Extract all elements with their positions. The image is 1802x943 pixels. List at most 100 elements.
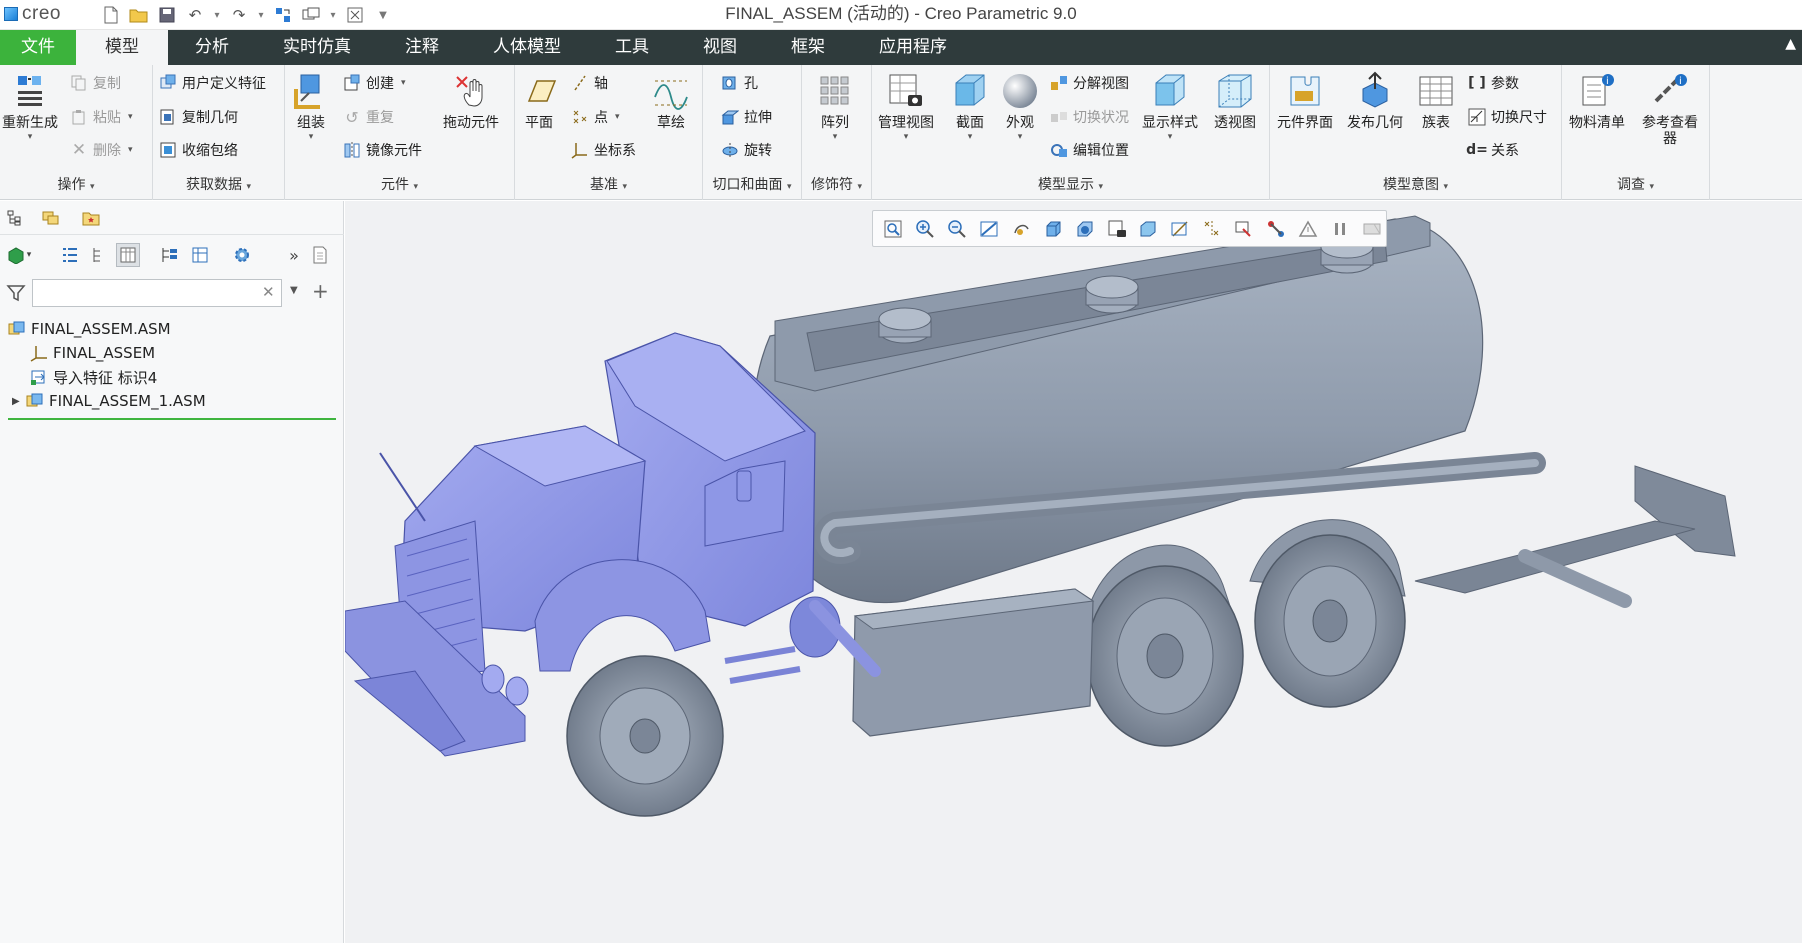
search-dropdown-icon[interactable]: ▼	[290, 285, 298, 296]
tree-page-icon[interactable]	[308, 243, 332, 267]
appearance-dropdown-icon[interactable]: ▾	[1018, 131, 1023, 143]
settings-gear-icon[interactable]	[230, 243, 254, 267]
point-dropdown-icon[interactable]: ▾	[615, 112, 620, 122]
group-model-display-label[interactable]: 模型显示 ▾	[872, 174, 1269, 194]
show-dropdown-icon[interactable]: ▾	[24, 243, 34, 267]
reference-viewer-button[interactable]: i 参考查看器	[1640, 71, 1700, 147]
redo-dropdown-icon[interactable]: ▾	[256, 4, 266, 26]
layer-tree-tab-icon[interactable]	[40, 207, 62, 229]
manage-views-button[interactable]: 管理视图 ▾	[878, 71, 934, 143]
edit-position-button[interactable]: 编辑位置	[1050, 138, 1129, 162]
tool-disabled-icon[interactable]	[1358, 215, 1386, 243]
assemble-button[interactable]: 组装 ▾	[291, 71, 331, 143]
group-components-label[interactable]: 元件 ▾	[285, 174, 514, 194]
pattern-button[interactable]: 阵列 ▾	[815, 71, 855, 143]
family-table-button[interactable]: 族表	[1416, 71, 1456, 131]
tab-model[interactable]: 模型	[76, 30, 168, 65]
explode-view-button[interactable]: 分解视图	[1050, 71, 1129, 95]
create-dropdown-icon[interactable]: ▾	[401, 78, 406, 88]
tab-annotate[interactable]: 注释	[378, 30, 466, 65]
collapse-ribbon-icon[interactable]: ▲	[1785, 36, 1796, 52]
manage-views-dropdown-icon[interactable]: ▾	[904, 131, 909, 143]
spin-center-toggle-icon[interactable]	[1230, 215, 1258, 243]
tab-framework[interactable]: 框架	[764, 30, 852, 65]
assemble-dropdown-icon[interactable]: ▾	[309, 131, 314, 143]
drag-components-button[interactable]: 拖动元件	[443, 71, 499, 131]
tree-search-input[interactable]	[32, 279, 282, 307]
open-folder-icon[interactable]	[128, 4, 150, 26]
display-style-dropdown-icon[interactable]: ▾	[1168, 131, 1173, 143]
tab-manikin[interactable]: 人体模型	[466, 30, 588, 65]
mirror-component-button[interactable]: 镜像元件	[343, 138, 422, 162]
tab-view[interactable]: 视图	[676, 30, 764, 65]
revolve-button[interactable]: 旋转	[721, 138, 772, 162]
new-file-icon[interactable]	[100, 4, 122, 26]
bom-button[interactable]: i 物料清单	[1569, 71, 1625, 131]
section-dropdown-icon[interactable]: ▾	[968, 131, 973, 143]
repeat-button[interactable]: ↺ 重复	[343, 105, 394, 129]
tree-item-final-assem-asm[interactable]: FINAL_ASSEM.ASM	[0, 317, 344, 341]
saved-orientations-icon[interactable]	[1071, 215, 1099, 243]
section-button[interactable]: 截面 ▾	[950, 71, 990, 143]
undo-dropdown-icon[interactable]: ▾	[212, 4, 222, 26]
group-operations-label[interactable]: 操作 ▾	[0, 174, 152, 194]
annotation-display-icon[interactable]	[1198, 215, 1226, 243]
windows-dropdown-icon[interactable]: ▾	[328, 4, 338, 26]
tab-file[interactable]: 文件	[0, 30, 76, 65]
copy-geometry-button[interactable]: 复制几何	[159, 105, 238, 129]
perspective-view-button[interactable]: 透视图	[1214, 71, 1256, 131]
tree-item-final-assem-csys[interactable]: FINAL_ASSEM	[0, 341, 344, 365]
view-manager-icon[interactable]	[1103, 215, 1131, 243]
tree-columns-icon[interactable]	[116, 243, 140, 267]
tree-collapse-icon[interactable]	[86, 243, 110, 267]
expand-arrow-icon[interactable]: ▶	[12, 396, 26, 407]
relations-button[interactable]: d= 关系	[1466, 138, 1519, 162]
repaint-icon[interactable]	[975, 215, 1003, 243]
component-interface-button[interactable]: 元件界面	[1277, 71, 1333, 131]
delete-button[interactable]: ✕ 删除 ▾	[70, 138, 133, 162]
tree-item-import-feature[interactable]: 导入特征 标识4	[0, 365, 344, 389]
tree-list-icon[interactable]	[58, 243, 82, 267]
publish-geometry-button[interactable]: 发布几何	[1347, 71, 1403, 131]
axis-button[interactable]: 轴	[571, 71, 608, 95]
tab-analysis[interactable]: 分析	[168, 30, 256, 65]
parameters-button[interactable]: [ ] 参数	[1468, 71, 1519, 95]
tree-table-icon[interactable]	[188, 243, 212, 267]
switch-dimensions-button[interactable]: 切换尺寸	[1468, 105, 1547, 129]
extrude-button[interactable]: 拉伸	[721, 105, 772, 129]
delete-dropdown-icon[interactable]: ▾	[128, 145, 133, 155]
spin-center-icon[interactable]	[1007, 215, 1035, 243]
windows-icon[interactable]	[300, 4, 322, 26]
group-get-data-label[interactable]: 获取数据 ▾	[153, 174, 284, 194]
group-model-intent-label[interactable]: 模型意图 ▾	[1270, 174, 1561, 194]
tab-applications[interactable]: 应用程序	[852, 30, 974, 65]
group-cut-surface-label[interactable]: 切口和曲面 ▾	[703, 174, 801, 194]
add-filter-icon[interactable]: +	[312, 279, 329, 303]
favorites-tab-icon[interactable]	[80, 207, 102, 229]
csys-button[interactable]: 坐标系	[571, 138, 636, 162]
point-button[interactable]: 点 ▾	[571, 105, 620, 129]
create-button[interactable]: 创建 ▾	[343, 71, 406, 95]
group-modifiers-label[interactable]: 修饰符 ▾	[802, 174, 871, 194]
model-tree-tab-icon[interactable]	[4, 207, 26, 229]
tree-item-final-assem-1-asm[interactable]: ▶ FINAL_ASSEM_1.ASM	[0, 389, 344, 413]
udf-button[interactable]: 用户定义特征	[159, 71, 266, 95]
group-investigate-label[interactable]: 调查 ▾	[1562, 174, 1709, 194]
truck-model-3d[interactable]	[345, 201, 1802, 943]
display-style-toolbar-icon[interactable]	[1135, 215, 1163, 243]
graphics-window[interactable]	[345, 201, 1802, 943]
tab-live-simulation[interactable]: 实时仿真	[256, 30, 378, 65]
customize-toolbar-icon[interactable]: ▼	[378, 4, 388, 26]
tab-tools[interactable]: 工具	[588, 30, 676, 65]
close-window-icon[interactable]	[344, 4, 366, 26]
shrinkwrap-button[interactable]: 收缩包络	[159, 138, 238, 162]
view-normal-icon[interactable]	[1039, 215, 1067, 243]
toggle-status-button[interactable]: 切换状况	[1050, 105, 1129, 129]
search-clear-icon[interactable]: ✕	[262, 283, 275, 301]
regenerate-dropdown-icon[interactable]: ▾	[28, 131, 33, 143]
cosmetic-icon[interactable]	[1294, 215, 1322, 243]
appearance-button[interactable]: 外观 ▾	[1000, 71, 1040, 143]
refit-icon[interactable]	[879, 215, 907, 243]
regenerate-small-icon[interactable]	[272, 4, 294, 26]
zoom-in-icon[interactable]	[911, 215, 939, 243]
